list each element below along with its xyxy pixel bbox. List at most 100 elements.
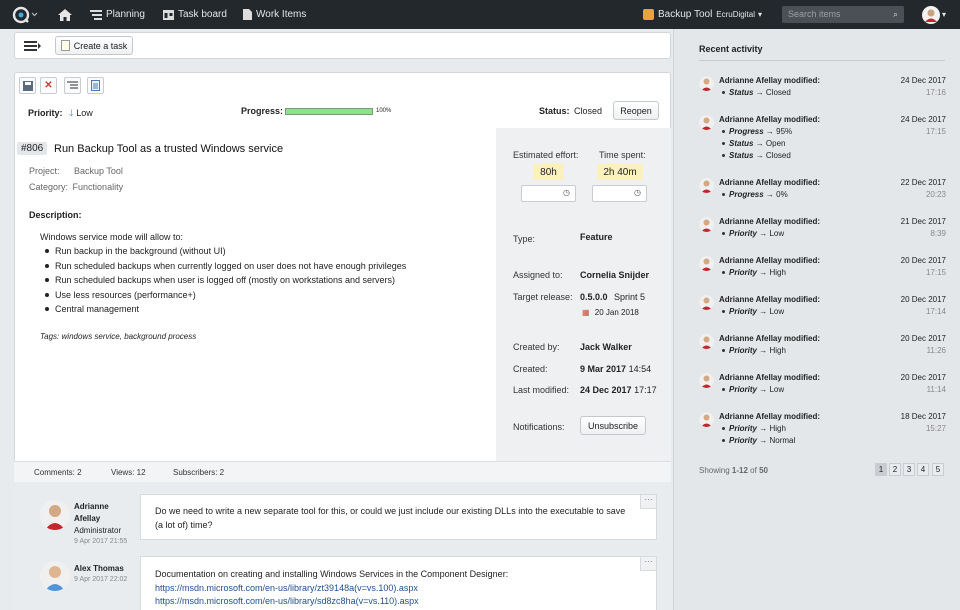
chevron-down-icon: ▾ [757, 10, 762, 19]
tags-value[interactable]: windows service, background process [62, 332, 197, 341]
activity-author[interactable]: Adrianne Afellay modified: [719, 178, 820, 187]
change-field: Status [729, 139, 754, 148]
nav-work-items[interactable]: Work Items [243, 0, 306, 29]
progress-percent: 100% [376, 108, 392, 114]
activity-change: Priority → Normal [721, 436, 795, 445]
activity-author[interactable]: Adrianne Afellay modified: [719, 76, 820, 85]
unsubscribe-button[interactable]: Unsubscribe [580, 416, 646, 435]
home-link[interactable] [58, 0, 72, 29]
org-name: EcruDigital [716, 10, 755, 19]
avatar [699, 373, 714, 388]
details-icon[interactable] [87, 77, 104, 94]
activity-date: 20 Dec 2017 [900, 256, 946, 265]
page-5[interactable]: 5 [932, 463, 944, 476]
category-row: Category: Functionality [29, 182, 123, 192]
project-row: Project: Backup Tool [29, 166, 123, 176]
counts-bar: Comments: 2 Views: 12 Subscribers: 2 [14, 461, 671, 482]
assigned-label: Assigned to: [513, 270, 563, 280]
change-field: Priority [729, 436, 758, 445]
nav-planning[interactable]: Planning [90, 0, 145, 29]
page-4[interactable]: 4 [917, 463, 929, 476]
move-icon[interactable] [64, 77, 81, 94]
avatar [699, 217, 714, 232]
time-spent-label: Time spent: [599, 150, 646, 160]
type-value[interactable]: Feature [580, 232, 613, 242]
change-value: 0% [776, 190, 788, 199]
progress-bar[interactable] [285, 108, 373, 115]
activity-time: 8:39 [930, 229, 946, 238]
more-icon[interactable]: ··· [640, 557, 656, 571]
activity-author[interactable]: Adrianne Afellay modified: [719, 217, 820, 226]
search-input[interactable]: Search items ⌕ [782, 6, 904, 23]
modified-time: 17:17 [634, 385, 657, 395]
comment-link[interactable]: https://msdn.microsoft.com/en-us/library… [155, 596, 419, 606]
change-field: Priority [729, 424, 758, 433]
activity-author[interactable]: Adrianne Afellay modified: [719, 256, 820, 265]
activity-change: Priority → High [722, 268, 786, 277]
chevron-down-icon: ▾ [942, 10, 947, 19]
project-switcher[interactable]: Backup Tool EcruDigital ▾ [643, 0, 762, 29]
release-value[interactable]: 0.5.0.0 Sprint 5 [580, 292, 645, 302]
activity-author[interactable]: Adrianne Afellay modified: [719, 295, 820, 304]
release-date: 20 Jan 2018 [594, 308, 639, 317]
create-task-button[interactable]: Create a task [55, 36, 133, 55]
activity-date: 18 Dec 2017 [900, 412, 946, 421]
item-title[interactable]: Run Backup Tool as a trusted Windows ser… [54, 143, 283, 155]
activity-date: 24 Dec 2017 [900, 115, 946, 124]
delete-icon[interactable]: ✕ [40, 77, 57, 94]
activity-change: Priority → High [722, 424, 786, 433]
activity-time: 17:15 [925, 127, 946, 136]
showing-range: 1-12 [731, 466, 748, 475]
clock-icon: ◷ [563, 188, 570, 197]
nav-planning-label: Planning [106, 9, 145, 20]
comment-link[interactable]: https://msdn.microsoft.com/en-us/library… [155, 583, 418, 593]
priority-value[interactable]: Low [76, 108, 93, 118]
created-by-label: Created by: [513, 342, 560, 352]
priority-field: Priority: 🡓 Low [28, 106, 93, 122]
change-field: Progress [729, 190, 764, 199]
time-input[interactable]: ◷ [592, 185, 647, 202]
activity-author[interactable]: Adrianne Afellay modified: [719, 334, 820, 343]
page-3[interactable]: 3 [903, 463, 915, 476]
description-list: Run backup in the background (without UI… [41, 246, 406, 319]
nav-task-board[interactable]: Task board [163, 0, 227, 29]
activity-author[interactable]: Adrianne Afellay modified: [719, 115, 820, 124]
search-icon[interactable]: ⌕ [893, 9, 898, 20]
app-logo-menu[interactable] [12, 0, 40, 29]
modified-value: 24 Dec 2017 17:17 [580, 385, 657, 395]
recent-activity-title: Recent activity [699, 44, 763, 54]
reopen-button[interactable]: Reopen [613, 101, 659, 120]
list-item: Run scheduled backups when user is logge… [41, 275, 406, 290]
menu-toggle-icon[interactable] [24, 41, 41, 53]
comment-role: Administrator [74, 526, 122, 535]
comment-text: Do we need to write a new separate tool … [155, 506, 626, 516]
change-value: Low [769, 229, 785, 238]
change-value: Low [769, 307, 785, 316]
user-menu[interactable]: ▾ [922, 0, 946, 29]
task-board-icon [163, 9, 174, 20]
activity-author[interactable]: Adrianne Afellay modified: [719, 373, 820, 382]
activity-date: 24 Dec 2017 [900, 76, 946, 85]
avatar [699, 115, 714, 130]
release-label: Target release: [513, 292, 573, 302]
activity-author[interactable]: Adrianne Afellay modified: [719, 412, 820, 421]
page-2[interactable]: 2 [889, 463, 901, 476]
work-items-icon [243, 9, 252, 20]
created-by-value: Jack Walker [580, 342, 632, 352]
list-item: Central management [41, 304, 406, 319]
save-icon[interactable] [19, 77, 36, 94]
arrow-right-icon: → [759, 436, 768, 445]
page-1[interactable]: 1 [875, 463, 887, 476]
activity-change: Priority → High [722, 346, 786, 355]
created-value: 9 Mar 2017 14:54 [580, 364, 651, 374]
comments-count: Comments: 2 [34, 468, 82, 477]
assigned-value[interactable]: Cornelia Snijder [580, 270, 649, 280]
more-icon[interactable]: ··· [640, 495, 656, 509]
effort-input[interactable]: ◷ [521, 185, 576, 202]
created-time: 14:54 [628, 364, 652, 374]
estimated-effort-value: 80h [533, 164, 564, 180]
change-value: High [769, 346, 786, 355]
activity-time: 20:23 [925, 190, 946, 199]
comment-text-cont: (a lot of) time? [155, 519, 213, 530]
list-item: Use less resources (performance+) [41, 290, 406, 305]
